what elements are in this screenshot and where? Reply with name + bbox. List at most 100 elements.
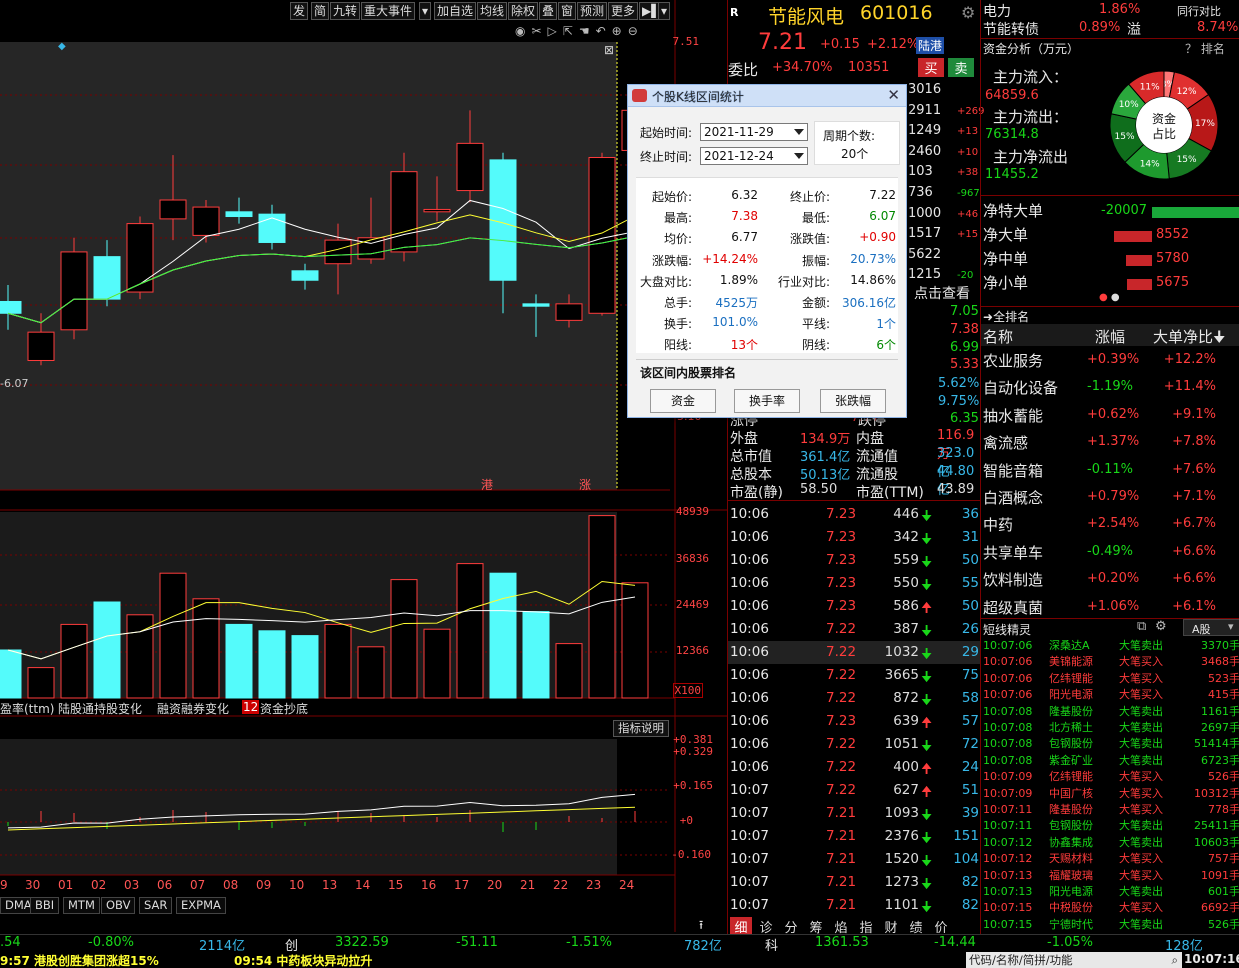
sector-row[interactable]: 农业服务 +0.39% +12.2% (981, 346, 1239, 373)
sector-row[interactable]: 共享单车 -0.49% +6.6% (981, 538, 1239, 565)
short-row[interactable]: 10:07:06 亿纬锂能 大笔买入 523手 (981, 671, 1239, 687)
click-view-button[interactable]: 点击查看 (914, 283, 970, 303)
stat-label: 大盘对比: (639, 274, 692, 289)
trade-row[interactable]: 10:06 7.23 446 🠋 36 (728, 503, 981, 526)
sector-row[interactable]: 抽水蓄能 +0.62% +9.1% (981, 401, 1239, 428)
indicator-tab[interactable]: 融资融券变化 (157, 700, 229, 717)
short-row[interactable]: 10:07:06 美锦能源 大笔买入 3468手 (981, 654, 1239, 670)
short-row[interactable]: 10:07:08 隆基股份 大笔卖出 1161手 (981, 704, 1239, 720)
sector-row[interactable]: 白酒概念 +0.79% +7.1% (981, 483, 1239, 510)
kline-range-dialog[interactable]: 个股K线区间统计 ✕ 起始时间: 2021-11-29 终止时间: 2021-1… (627, 84, 907, 418)
orderbook-delta: +10 (957, 146, 979, 158)
news-ticker[interactable]: 09:54 中药板块异动拉升 (234, 952, 372, 968)
ind-select-tab[interactable]: BBI (30, 897, 60, 914)
trade-row[interactable]: 10:06 7.22 872 🠋 58 (728, 687, 981, 710)
sector-row[interactable]: 中药 +2.54% +6.7% (981, 510, 1239, 537)
end-date-select[interactable]: 2021-12-24 (700, 147, 808, 165)
close-icon[interactable]: ✕ (887, 86, 900, 104)
short-row[interactable]: 10:07:06 深桑达A 大笔卖出 3370手 (981, 638, 1239, 654)
trade-row[interactable]: 10:07 7.21 1273 🠋 82 (728, 871, 981, 894)
ind-select-tab[interactable]: OBV (101, 897, 136, 914)
short-row[interactable]: 10:07:12 天赐材料 大笔买入 757手 (981, 851, 1239, 867)
col-change[interactable]: 涨幅 (1095, 326, 1125, 347)
settings-icon[interactable]: ⚙ (1155, 619, 1167, 634)
trade-row[interactable]: 10:07 7.21 2376 🠋 151 (728, 825, 981, 848)
short-row[interactable]: 10:07:12 协鑫集成 大笔卖出 10603手 (981, 835, 1239, 851)
trade-row[interactable]: 10:07 7.21 1520 🠋 104 (728, 848, 981, 871)
sector-title[interactable]: ➜全排名 (983, 308, 1029, 325)
market-select[interactable]: A股 ▾ (1183, 619, 1239, 636)
trade-row[interactable]: 10:06 7.23 550 🠋 55 (728, 572, 981, 595)
short-row[interactable]: 10:07:09 亿纬锂能 大笔买入 526手 (981, 769, 1239, 785)
news-ticker[interactable]: 9:57 港股创胜集团涨超15% (0, 952, 159, 968)
trade-row[interactable]: 10:07 7.22 627 🠉 51 (728, 779, 981, 802)
sort-down-icon[interactable]: 🠋 (1213, 328, 1225, 346)
period-value: 20个 (841, 147, 869, 161)
trade-row[interactable]: 10:06 7.22 400 🠉 24 (728, 756, 981, 779)
trade-time: 10:06 (730, 598, 769, 614)
sector-row[interactable]: 智能音箱 -0.11% +7.6% (981, 456, 1239, 483)
dialog-titlebar[interactable]: 个股K线区间统计 ✕ (628, 85, 906, 107)
trade-row[interactable]: 10:06 7.22 1032 🠋 29 (728, 641, 981, 664)
trade-row[interactable]: 10:06 7.23 342 🠋 31 (728, 526, 981, 549)
short-row[interactable]: 10:07:13 阳光电源 大笔卖出 601手 (981, 884, 1239, 900)
sector-row[interactable]: 自动化设备 -1.19% +11.4% (981, 373, 1239, 400)
trade-row[interactable]: 10:07 7.21 1093 🠋 39 (728, 802, 981, 825)
indicator-tab-badge[interactable]: 12 (242, 700, 260, 714)
fund-rank[interactable]: ？ 排名 (1185, 40, 1225, 57)
trade-row[interactable]: 10:07 7.21 1101 🠋 82 (728, 894, 981, 917)
trade-time: 10:06 (730, 552, 769, 568)
gear-icon[interactable]: ⚙ (961, 3, 975, 22)
short-volume: 25411手 (1194, 819, 1239, 833)
page-dots[interactable]: ● ● (1099, 292, 1120, 303)
short-row[interactable]: 10:07:13 福耀玻璃 大笔买入 1091手 (981, 868, 1239, 884)
premium-label: 溢 (1127, 22, 1141, 38)
rank-fund-button[interactable]: 资金 (650, 389, 716, 413)
trade-row[interactable]: 10:06 7.22 3665 🠋 75 (728, 664, 981, 687)
short-row[interactable]: 10:07:15 宁德时代 大笔卖出 526手 (981, 917, 1239, 933)
sector-row[interactable]: 禽流感 +1.37% +7.8% (981, 428, 1239, 455)
short-row[interactable]: 10:07:08 紫金矿业 大笔卖出 6723手 (981, 753, 1239, 769)
trade-row[interactable]: 10:06 7.23 559 🠋 50 (728, 549, 981, 572)
trade-price: 7.21 (826, 874, 857, 890)
buy-button[interactable]: 买 (918, 58, 944, 77)
rank-turnover-button[interactable]: 换手率 (734, 389, 800, 413)
indicator-help-button[interactable]: 指标说明 (613, 720, 669, 737)
sector-row[interactable]: 超级真菌 +1.06% +6.1% (981, 593, 1239, 620)
peer-compare[interactable]: 同行对比 (1177, 3, 1221, 19)
expand-icon[interactable]: ⧉ (1137, 619, 1146, 634)
short-row[interactable]: 10:07:08 包钢股份 大笔卖出 51414手 (981, 736, 1239, 752)
indicator-tab[interactable]: 陆股通持股变化 (58, 700, 142, 717)
rank-change-button[interactable]: 张跌幅 (820, 389, 886, 413)
short-stock: 包钢股份 (1049, 819, 1093, 833)
search-icon[interactable]: ⌕ (1172, 952, 1178, 968)
ind-select-tab[interactable]: MTM (63, 897, 100, 914)
indicator-tab[interactable]: 资金抄底 (260, 700, 308, 717)
search-input[interactable]: 代码/名称/简拼/功能 ⌕ (966, 952, 1182, 968)
short-stock: 北方稀土 (1049, 721, 1093, 734)
trade-row[interactable]: 10:06 7.23 586 🠉 50 (728, 595, 981, 618)
sell-button[interactable]: 卖 (948, 58, 974, 77)
trade-row[interactable]: 10:06 7.23 639 🠉 57 (728, 710, 981, 733)
sector-row[interactable]: 饮料制造 +0.20% +6.6% (981, 565, 1239, 592)
date-tick: 06 (157, 878, 173, 892)
short-row[interactable]: 10:07:09 中国广核 大笔买入 10312手 (981, 786, 1239, 802)
trade-row[interactable]: 10:06 7.22 387 🠋 26 (728, 618, 981, 641)
ind-select-tab[interactable]: EXPMA (176, 897, 226, 914)
industry-pct: 1.86% (1099, 2, 1141, 17)
trade-volume: 550 (893, 575, 919, 591)
trade-row[interactable]: 10:06 7.22 1051 🠋 72 (728, 733, 981, 756)
trade-volume: 3665 (884, 667, 919, 683)
col-name[interactable]: 名称 (983, 326, 1013, 347)
ind-select-tab[interactable]: SAR (139, 897, 173, 914)
kline-panel[interactable]: 发 简 九转 重大事件 ▾ 加自选 均线 除权 叠 窗 预测 更多 ▶▌ ▾ ◉… (0, 0, 727, 968)
short-row[interactable]: 10:07:11 隆基股份 大笔买入 778手 (981, 802, 1239, 818)
indicator-tab[interactable]: 盈率(ttm) (0, 700, 54, 717)
short-row[interactable]: 10:07:08 北方稀土 大笔卖出 2697手 (981, 720, 1239, 736)
start-date-select[interactable]: 2021-11-29 (700, 123, 808, 141)
trade-count: 82 (961, 874, 979, 890)
short-row[interactable]: 10:07:06 阳光电源 大笔买入 415手 (981, 687, 1239, 703)
chart-svg[interactable]: ◆ ⊠ (0, 0, 727, 968)
short-row[interactable]: 10:07:11 包钢股份 大笔卖出 25411手 (981, 818, 1239, 834)
short-row[interactable]: 10:07:15 中税股份 大笔买入 6692手 (981, 900, 1239, 916)
